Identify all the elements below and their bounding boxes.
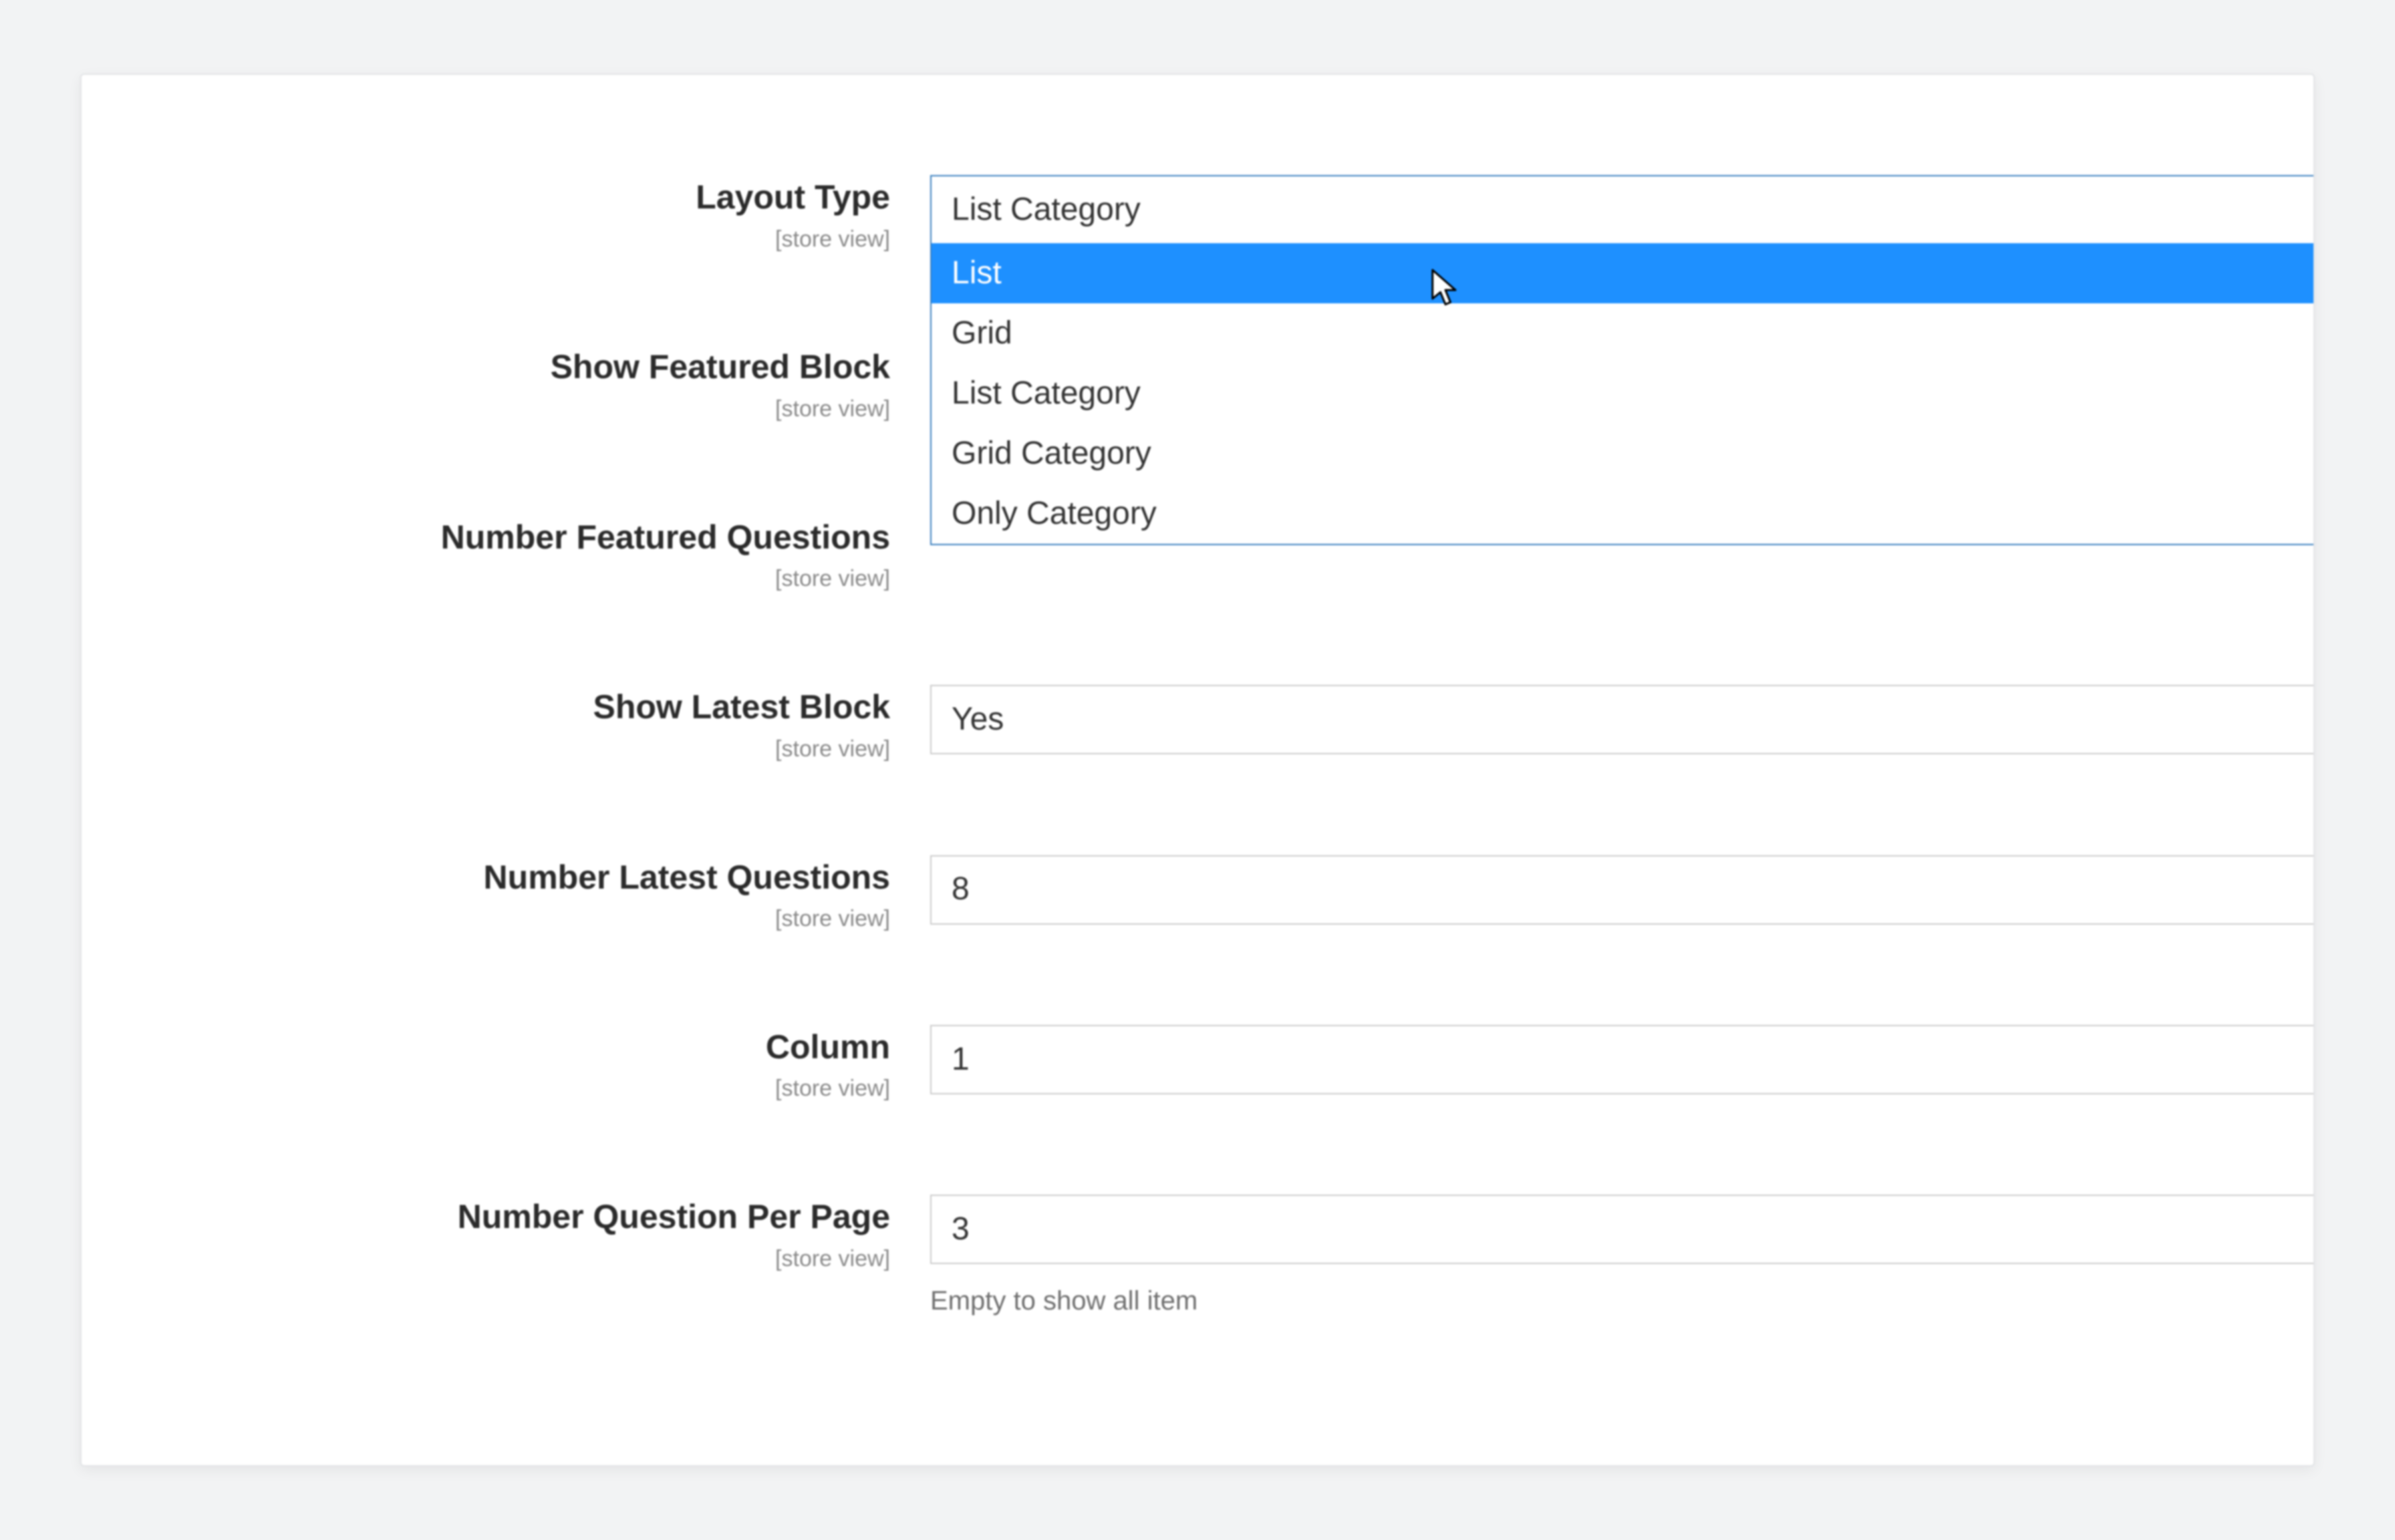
label-layout-type: Layout Type [store view] — [82, 175, 897, 255]
label-scope: [store view] — [82, 734, 890, 765]
label-number-question-per-page: Number Question Per Page [store view] — [82, 1195, 897, 1274]
config-panel: Layout Type [store view] List Category L… — [80, 73, 2315, 1467]
layout-type-option-only-category[interactable]: Only Category — [932, 484, 2313, 544]
label-text: Number Featured Questions — [441, 518, 890, 556]
label-column: Column [store view] — [82, 1025, 897, 1104]
show-latest-block-select[interactable]: Yes — [930, 685, 2313, 754]
show-latest-block-value: Yes — [952, 698, 1004, 742]
label-text: Show Latest Block — [593, 688, 890, 726]
column-value: 1 — [952, 1038, 970, 1082]
label-scope: [store view] — [82, 1074, 890, 1104]
layout-type-option-list[interactable]: List — [932, 243, 2313, 303]
label-number-latest-questions: Number Latest Questions [store view] — [82, 855, 897, 935]
number-question-per-page-value: 3 — [952, 1208, 970, 1251]
field-show-latest-block: Yes — [930, 685, 2313, 754]
label-scope: [store view] — [82, 224, 890, 255]
label-scope: [store view] — [82, 564, 890, 595]
label-text: Layout Type — [696, 178, 890, 216]
layout-type-dropdown[interactable]: List Grid List Category Grid Category On… — [930, 243, 2313, 545]
field-number-latest-questions: 8 — [930, 855, 2313, 925]
number-latest-questions-value: 8 — [952, 868, 970, 911]
field-column: 1 — [930, 1025, 2313, 1094]
layout-type-select[interactable]: List Category — [930, 175, 2313, 245]
label-text: Column — [766, 1028, 890, 1066]
label-number-featured-questions: Number Featured Questions [store view] — [82, 515, 897, 595]
number-question-per-page-hint: Empty to show all item — [930, 1283, 2313, 1319]
layout-type-option-grid[interactable]: Grid — [932, 303, 2313, 363]
label-text: Show Featured Block — [551, 348, 890, 386]
label-scope: [store view] — [82, 394, 890, 425]
layout-type-option-list-category[interactable]: List Category — [932, 363, 2313, 424]
field-number-question-per-page: 3 Empty to show all item — [930, 1195, 2313, 1319]
column-input[interactable]: 1 — [930, 1025, 2313, 1094]
label-scope: [store view] — [82, 1244, 890, 1275]
label-scope: [store view] — [82, 904, 890, 935]
label-show-latest-block: Show Latest Block [store view] — [82, 685, 897, 764]
label-text: Number Question Per Page — [458, 1198, 890, 1235]
layout-type-value: List Category — [952, 188, 1141, 232]
layout-type-option-grid-category[interactable]: Grid Category — [932, 424, 2313, 484]
field-layout-type: List Category List Grid List Category Gr… — [930, 175, 2313, 245]
label-text: Number Latest Questions — [484, 859, 890, 896]
number-question-per-page-input[interactable]: 3 — [930, 1195, 2313, 1264]
number-latest-questions-input[interactable]: 8 — [930, 855, 2313, 925]
config-form: Layout Type [store view] List Category L… — [82, 175, 2313, 1319]
label-show-featured-block: Show Featured Block [store view] — [82, 345, 897, 424]
